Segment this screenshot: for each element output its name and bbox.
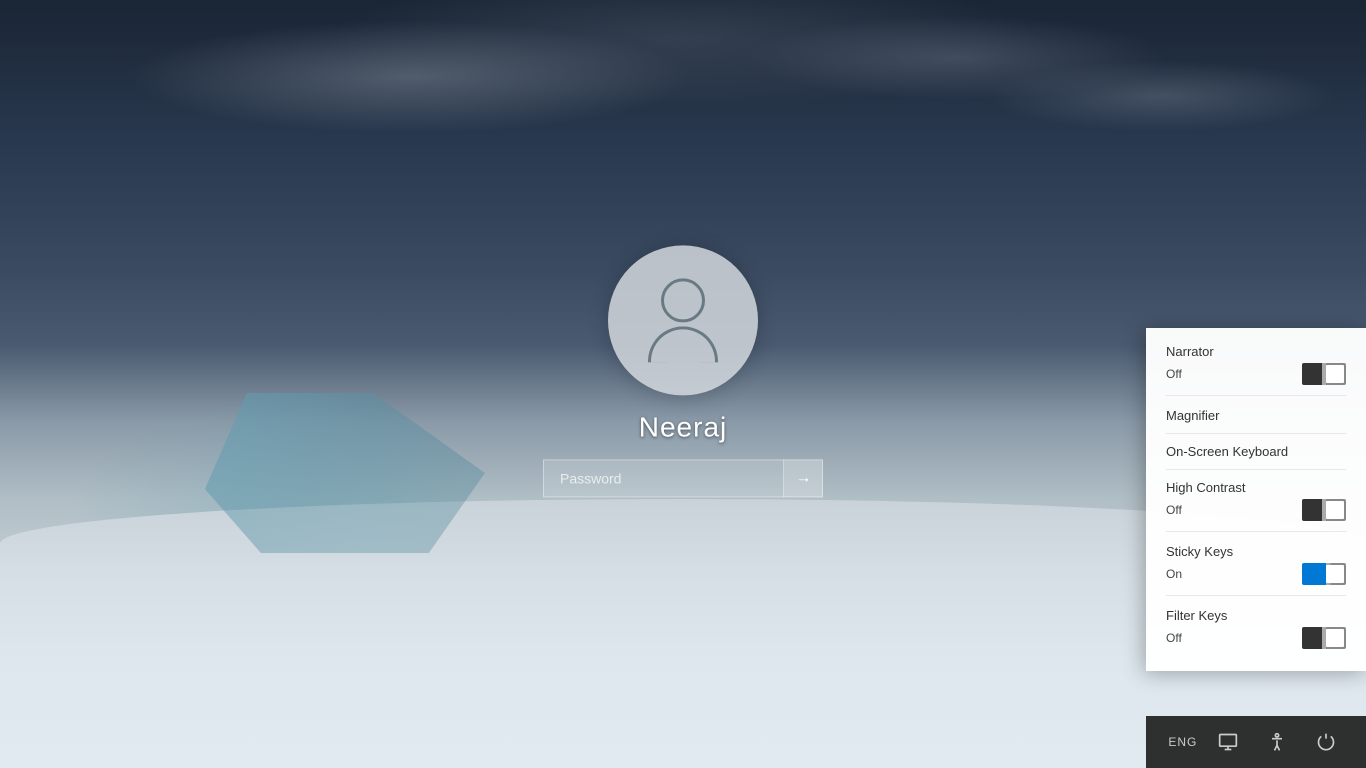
sticky-keys-item: Sticky Keys On	[1166, 544, 1346, 596]
narrator-control: Off	[1166, 363, 1346, 385]
accessibility-button[interactable]	[1259, 726, 1295, 758]
login-container: Neeraj →	[543, 245, 823, 497]
username-label: Neeraj	[639, 411, 727, 443]
narrator-item: Narrator Off	[1166, 344, 1346, 396]
sticky-keys-toggle[interactable]	[1302, 563, 1346, 585]
sticky-keys-control: On	[1166, 563, 1346, 585]
high-contrast-toggle-knob	[1326, 501, 1344, 519]
monitor-button[interactable]	[1210, 726, 1246, 758]
high-contrast-label: High Contrast	[1166, 480, 1346, 495]
filter-keys-toggle-knob	[1326, 629, 1344, 647]
bottom-bar: ENG	[1146, 716, 1366, 768]
narrator-status: Off	[1166, 367, 1182, 381]
power-icon	[1316, 732, 1336, 752]
password-container: →	[543, 459, 823, 497]
high-contrast-status: Off	[1166, 503, 1182, 517]
language-label[interactable]: ENG	[1168, 735, 1197, 749]
filter-keys-item: Filter Keys Off	[1166, 608, 1346, 659]
password-input[interactable]	[543, 459, 823, 497]
magnifier-label[interactable]: Magnifier	[1166, 408, 1346, 423]
power-button[interactable]	[1308, 726, 1344, 758]
high-contrast-item: High Contrast Off	[1166, 480, 1346, 532]
password-submit-button[interactable]: →	[783, 459, 823, 497]
filter-keys-control: Off	[1166, 627, 1346, 649]
glass-building	[205, 393, 485, 553]
magnifier-item: Magnifier	[1166, 408, 1346, 434]
high-contrast-toggle[interactable]	[1302, 499, 1346, 521]
avatar-icon	[648, 278, 718, 362]
arrow-icon: →	[796, 469, 812, 487]
sticky-keys-toggle-knob	[1326, 565, 1344, 583]
filter-keys-label: Filter Keys	[1166, 608, 1346, 623]
filter-keys-status: Off	[1166, 631, 1182, 645]
avatar	[608, 245, 758, 395]
filter-keys-toggle[interactable]	[1302, 627, 1346, 649]
avatar-head	[661, 278, 705, 322]
monitor-icon	[1218, 732, 1238, 752]
avatar-body	[648, 326, 718, 362]
on-screen-keyboard-label[interactable]: On-Screen Keyboard	[1166, 444, 1346, 459]
accessibility-panel: Narrator Off Magnifier On-Screen Keyboar…	[1146, 328, 1366, 671]
sticky-keys-label: Sticky Keys	[1166, 544, 1346, 559]
narrator-toggle-knob	[1326, 365, 1344, 383]
on-screen-keyboard-item: On-Screen Keyboard	[1166, 444, 1346, 470]
narrator-toggle[interactable]	[1302, 363, 1346, 385]
accessibility-icon	[1267, 732, 1287, 752]
narrator-label: Narrator	[1166, 344, 1346, 359]
sticky-keys-status: On	[1166, 567, 1182, 581]
high-contrast-control: Off	[1166, 499, 1346, 521]
